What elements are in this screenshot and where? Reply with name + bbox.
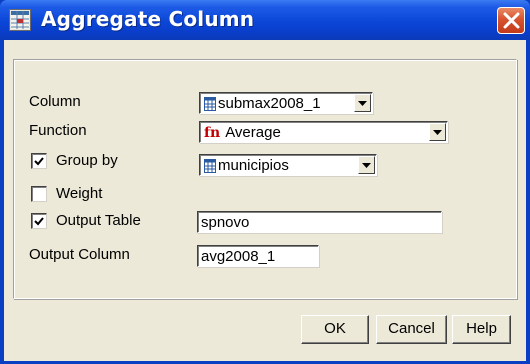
close-button[interactable] (497, 7, 525, 34)
output-table-checkbox[interactable] (31, 213, 47, 229)
table-icon (204, 158, 216, 173)
output-table-input[interactable]: spnovo (197, 211, 442, 233)
output-column-input[interactable]: avg2008_1 (197, 245, 319, 267)
column-value: submax2008_1 (218, 95, 321, 112)
chevron-down-icon (358, 101, 367, 106)
chevron-down-icon (362, 163, 371, 168)
fn-icon: fn (204, 124, 221, 141)
group-by-checkbox[interactable] (31, 153, 47, 169)
group-by-select[interactable]: municipios (199, 154, 377, 176)
group-by-label: Group by (56, 152, 118, 169)
column-label: Column (29, 93, 81, 110)
column-dropdown-button[interactable] (354, 94, 371, 112)
weight-label: Weight (56, 185, 103, 202)
help-button[interactable]: Help (452, 315, 511, 344)
checkmark-icon (34, 217, 44, 226)
cancel-button[interactable]: Cancel (376, 315, 447, 344)
weight-checkbox[interactable] (31, 186, 47, 202)
output-table-value: spnovo (201, 214, 250, 231)
dialog-body: Column submax2008_1 Function fn Average (4, 40, 526, 361)
function-value: Average (225, 124, 281, 141)
table-icon (204, 96, 216, 111)
window-title: Aggregate Column (41, 7, 255, 31)
ok-button[interactable]: OK (301, 315, 369, 344)
checkmark-icon (34, 157, 44, 166)
output-table-label: Output Table (56, 212, 141, 229)
title-bar[interactable]: Aggregate Column (0, 0, 530, 40)
column-select[interactable]: submax2008_1 (199, 92, 373, 114)
close-icon (503, 12, 520, 29)
dialog-window: Aggregate Column Column submax2008_1 Fun… (0, 0, 530, 364)
output-column-value: avg2008_1 (201, 248, 276, 265)
group-by-dropdown-button[interactable] (358, 156, 375, 174)
table-grid-icon (9, 9, 31, 31)
chevron-down-icon (433, 130, 442, 135)
group-by-value: municipios (218, 157, 289, 174)
function-dropdown-button[interactable] (429, 123, 446, 141)
output-column-label: Output Column (29, 246, 130, 263)
function-label: Function (29, 122, 87, 139)
function-select[interactable]: fn Average (199, 121, 448, 143)
